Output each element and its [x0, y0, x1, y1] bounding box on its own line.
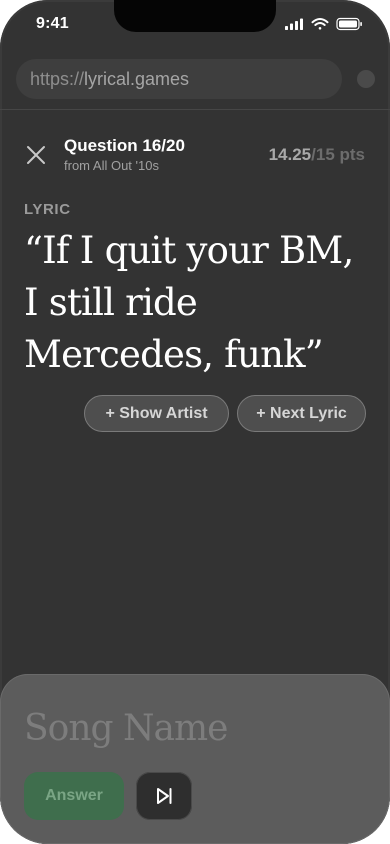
browser-divider: [0, 109, 390, 110]
score-value: 14.25: [268, 145, 312, 164]
question-counter: Question 16/20: [64, 136, 185, 155]
battery-icon: [336, 17, 362, 31]
browser-menu-dot[interactable]: [357, 70, 375, 88]
question-source: from All Out '10s: [64, 158, 159, 173]
status-time: 9:41: [36, 15, 69, 32]
device-notch: [114, 0, 276, 32]
signal-icon: [285, 18, 303, 30]
answer-button[interactable]: Answer: [24, 772, 124, 820]
show-artist-button[interactable]: + Show Artist: [84, 395, 229, 432]
close-icon: [27, 146, 45, 164]
url-host: lyrical.games: [84, 68, 190, 89]
address-bar[interactable]: https://lyrical.games: [16, 59, 342, 99]
close-button[interactable]: [24, 143, 48, 167]
phone-screen: 9:41 https://lyrical.games Question 16/2…: [0, 0, 390, 844]
score: 14.25/15 pts: [269, 145, 365, 165]
lyric-label: LYRIC: [24, 201, 71, 218]
next-lyric-button[interactable]: + Next Lyric: [237, 395, 366, 432]
skip-button[interactable]: [136, 772, 192, 820]
score-total: /15 pts: [311, 145, 365, 164]
song-name-input[interactable]: [24, 702, 364, 754]
skip-next-icon: [157, 788, 172, 804]
lyric-text: “If I quit your BM, I still ride Mercede…: [24, 229, 354, 376]
status-icons: [284, 16, 364, 32]
answer-sheet: Answer: [0, 674, 390, 844]
wifi-icon: [311, 18, 329, 30]
url-scheme: https://: [30, 68, 85, 89]
